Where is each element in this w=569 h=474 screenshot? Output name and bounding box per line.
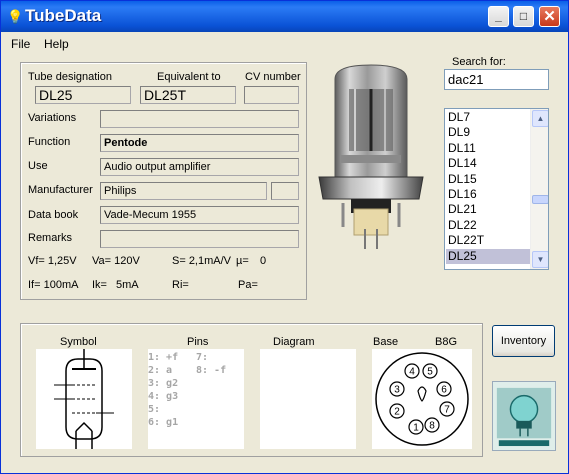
diagram-label: Diagram xyxy=(273,336,315,348)
pin-6: 6: g1 xyxy=(148,417,179,428)
symbol-label: Symbol xyxy=(60,336,97,348)
base-pin-number: 6 xyxy=(441,385,447,396)
bulb-icon: 💡 xyxy=(7,9,24,24)
symbol-panel xyxy=(36,349,132,449)
tube-list-item[interactable]: DL7 xyxy=(446,110,530,125)
pin-7: 7: xyxy=(196,352,209,363)
menu-file[interactable]: File xyxy=(11,37,30,51)
function-field[interactable]: Pentode xyxy=(100,134,299,152)
pin-8: 8: -f xyxy=(196,365,227,376)
base-panel: 12345678 xyxy=(372,349,472,449)
base-pin-number: 5 xyxy=(427,367,433,378)
manufacturer-label: Manufacturer xyxy=(28,184,93,196)
app-logo xyxy=(492,381,556,451)
tube-list-item[interactable]: DL16 xyxy=(446,187,530,202)
base-pin-number: 8 xyxy=(429,421,435,432)
menu-help[interactable]: Help xyxy=(44,37,69,51)
diagram-panel xyxy=(260,349,356,449)
manufacturer-field[interactable]: Philips xyxy=(100,182,267,200)
ik-label: Ik= xyxy=(92,279,107,291)
maximize-icon: □ xyxy=(519,9,528,23)
base-type-label: B8G xyxy=(435,336,458,348)
va-value: Va= 120V xyxy=(92,255,140,267)
tube-list-item[interactable]: DL22 xyxy=(446,218,530,233)
search-input[interactable] xyxy=(444,69,549,90)
base-pin-number: 4 xyxy=(409,367,415,378)
scroll-thumb[interactable] xyxy=(532,195,548,204)
minimize-icon: _ xyxy=(495,9,502,23)
listbox-scrollbar[interactable]: ▲ ▼ xyxy=(530,109,548,269)
tube-list-item[interactable]: DL25 xyxy=(446,248,530,264)
scroll-up-icon: ▲ xyxy=(536,114,545,123)
base-pin-number: 2 xyxy=(394,407,400,418)
variations-field[interactable] xyxy=(100,110,299,128)
pa-label: Pa= xyxy=(238,279,258,291)
scroll-down-icon: ▼ xyxy=(536,255,545,264)
pins-label: Pins xyxy=(187,336,209,348)
tube-list-item[interactable]: DL22T xyxy=(446,233,530,248)
manufacturer-extra-field[interactable] xyxy=(271,182,299,200)
function-label: Function xyxy=(28,136,71,148)
tube-listbox[interactable]: DL7 DL9 DL11 DL14 DL15 DL16 DL21 DL22 DL22T DL25 … xyxy=(444,108,549,270)
mu-value: 0 xyxy=(260,255,267,267)
search-label: Search for: xyxy=(452,56,506,68)
base-pin-number: 1 xyxy=(413,423,419,434)
equivalent-field[interactable]: DL25T xyxy=(140,86,236,104)
equivalent-label: Equivalent to xyxy=(157,71,221,83)
base-pin-diagram: 1234 5678 xyxy=(375,352,469,446)
scroll-up-button[interactable]: ▲ xyxy=(532,110,548,127)
base-pin-number: 3 xyxy=(394,385,400,396)
maximize-button[interactable]: □ xyxy=(513,6,534,27)
pentode-symbol xyxy=(54,349,114,449)
vf-value: Vf= 1,25V xyxy=(28,255,77,267)
close-icon: ✕ xyxy=(543,8,556,25)
if-value: If= 100mA xyxy=(28,279,79,291)
variations-label: Variations xyxy=(28,112,77,124)
inventory-button[interactable]: Inventory xyxy=(492,325,555,357)
databook-label: Data book xyxy=(28,209,79,221)
cv-label: CV number xyxy=(245,71,301,83)
tube-photo xyxy=(318,64,424,249)
tube-list-item[interactable]: DL21 xyxy=(446,202,530,217)
pins-panel: 1: +f 2: a 3: g2 4: g3 5: 6: g1 7: 8: -f xyxy=(148,349,244,449)
ik-value: 5mA xyxy=(116,279,139,291)
title-bar[interactable]: 💡 TubeData _ □ ✕ xyxy=(1,1,568,32)
pin-2: 2: a xyxy=(148,365,173,376)
menu-bar: File Help xyxy=(1,33,568,53)
pin-3: 3: g2 xyxy=(148,378,179,389)
databook-field[interactable]: Vade-Mecum 1955 xyxy=(100,206,299,224)
use-label: Use xyxy=(28,160,48,172)
base-label: Base xyxy=(373,336,399,348)
s-value: S= 2,1mA/V xyxy=(172,255,232,267)
ri-label: Ri= xyxy=(172,279,189,291)
pin-4: 4: g3 xyxy=(148,391,179,402)
base-pin-number: 7 xyxy=(444,405,450,416)
tube-list-item[interactable]: DL9 xyxy=(446,125,530,140)
tube-list-item[interactable]: DL15 xyxy=(446,172,530,187)
minimize-button[interactable]: _ xyxy=(488,6,509,27)
tube-list-item[interactable]: DL11 xyxy=(446,141,530,156)
pin-1: 1: +f xyxy=(148,352,179,363)
app-window: 💡 TubeData _ □ ✕ File Help Tube designat… xyxy=(0,0,569,474)
remarks-label: Remarks xyxy=(28,232,73,244)
use-field[interactable]: Audio output amplifier xyxy=(100,158,299,176)
cv-field[interactable] xyxy=(244,86,299,104)
tube-list-item[interactable]: DL14 xyxy=(446,156,530,171)
scroll-down-button[interactable]: ▼ xyxy=(532,251,548,268)
mu-label: µ= xyxy=(236,255,249,267)
window-title: TubeData xyxy=(25,6,102,25)
close-button[interactable]: ✕ xyxy=(539,6,560,27)
designation-label: Tube designation xyxy=(28,71,112,83)
remarks-field[interactable] xyxy=(100,230,299,248)
pin-5: 5: xyxy=(148,404,161,415)
designation-field[interactable]: DL25 xyxy=(35,86,131,104)
